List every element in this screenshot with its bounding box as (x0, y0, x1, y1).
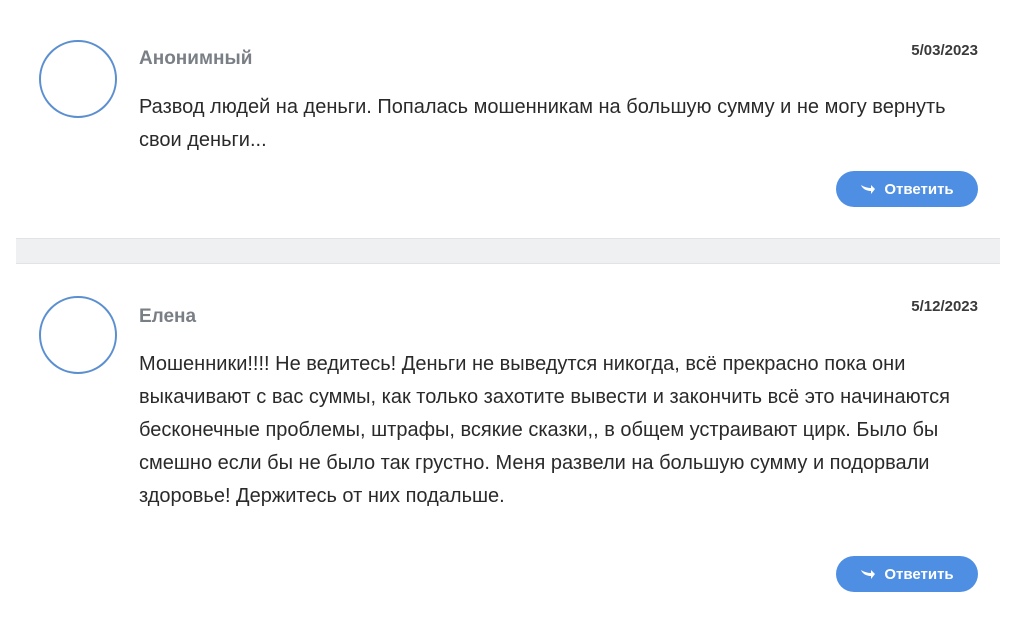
comment-author: Анонимный (139, 48, 253, 69)
comment-date: 5/12/2023 (911, 298, 978, 315)
comment-divider (16, 238, 1000, 264)
reply-button-label: Ответить (884, 565, 954, 583)
reply-button[interactable]: Ответить (836, 556, 978, 592)
comment-text: Развод людей на деньги. Попалась мошенни… (139, 96, 946, 151)
comment-item: Елена 5/12/2023 Мошенники!!!! Не ведитес… (0, 264, 1024, 631)
avatar (39, 40, 117, 118)
reply-button[interactable]: Ответить (836, 171, 978, 207)
comment-author: Елена (139, 306, 197, 327)
reply-arrow-icon (861, 570, 876, 579)
comment-text: Мошенники!!!! Не ведитесь! Деньги не выв… (139, 353, 950, 507)
reply-arrow-icon (861, 185, 876, 194)
reply-button-label: Ответить (884, 180, 954, 198)
comment-date: 5/03/2023 (911, 42, 978, 59)
comment-item: Анонимный 5/03/2023 Развод людей на день… (0, 0, 1024, 238)
avatar (39, 296, 117, 374)
